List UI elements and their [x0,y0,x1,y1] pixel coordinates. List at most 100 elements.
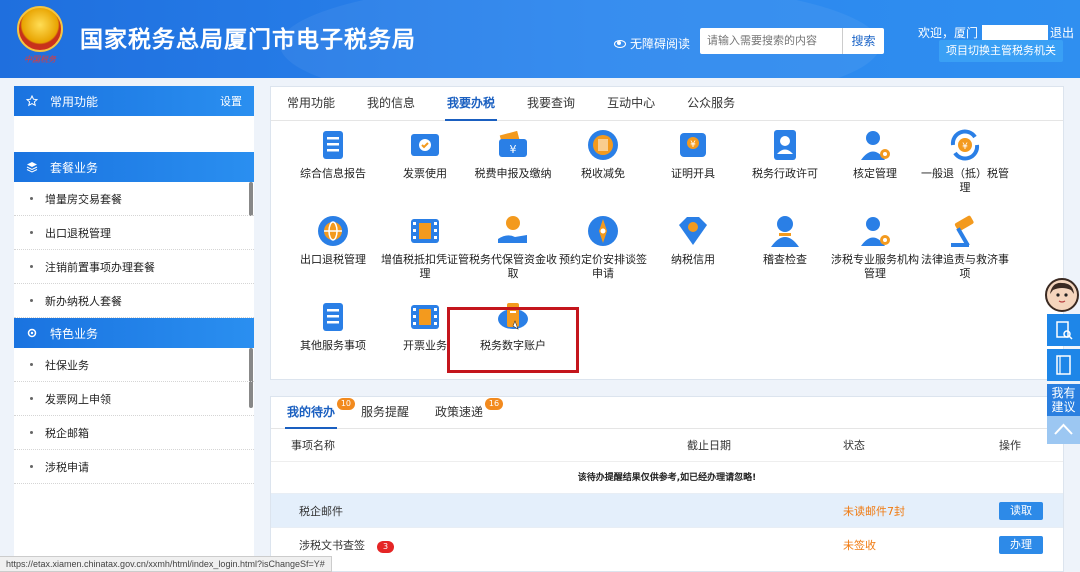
accessibility-link[interactable]: 无障碍阅读 [614,35,690,52]
tab-query[interactable]: 我要查询 [527,86,575,120]
svg-text:¥: ¥ [510,143,517,156]
read-button[interactable]: 读取 [999,501,1043,520]
service-tile[interactable]: 稽查检查 [739,213,831,267]
header-bar: 中国税务 国家税务总局厦门市电子税务局 无障碍阅读 搜索 欢迎，厦门 退出 项目… [0,0,1080,78]
star-icon [26,95,38,107]
policy-count-badge: 16 [484,398,504,410]
sidebar-item-special[interactable]: 税企邮箱 [14,416,254,450]
service-tile-label: 稽查检查 [763,253,807,266]
row-name: 税企邮件 [299,504,343,518]
column-header-action: 操作 [999,439,1021,452]
svg-text:¥: ¥ [962,142,968,152]
document-list-icon [315,127,351,163]
service-tile[interactable]: ¥ 税费申报及缴纳 [467,127,559,181]
suggestion-button[interactable]: 我有建议 [1047,384,1080,416]
sidebar: 常用功能 设置 套餐业务 增量房交易套餐 出口退税管理 注销前置事项办理套餐 新… [14,86,254,568]
tab-service-reminder[interactable]: 服务提醒 [361,396,409,428]
package-header[interactable]: 套餐业务 [14,152,254,182]
favorites-settings-link[interactable]: 设置 [220,93,242,109]
sidebar-item-package[interactable]: 注销前置事项办理套餐 [14,250,254,284]
money-hand-icon [495,213,531,249]
service-tile[interactable]: 纳税信用 [647,213,739,267]
service-tile[interactable]: 税收减免 [557,127,649,181]
sidebar-item-package[interactable]: 出口退税管理 [14,216,254,250]
tab-interaction-center[interactable]: 互动中心 [607,86,655,120]
row-status: 未签收 [843,538,876,552]
service-tile[interactable]: 涉税专业服务机构管理 [829,213,921,281]
service-tile-label: 税费申报及缴纳 [474,167,552,180]
table-row: 涉税文书查签 3 未签收 办理 [271,527,1063,561]
back-to-top-button[interactable] [1047,416,1080,444]
tab-policy-express[interactable]: 政策速递 16 [435,396,504,428]
service-tile-label: 涉税专业服务机构管理 [831,253,919,280]
service-tile[interactable]: 其他服务事项 [287,299,379,353]
count-badge: 3 [377,540,395,553]
id-person-icon [767,127,803,163]
sidebar-item-package[interactable]: 增量房交易套餐 [14,182,254,216]
service-tile[interactable]: 增值税抵扣凭证管理 [379,213,471,281]
film-ticket-icon [407,213,443,249]
service-tile[interactable]: 综合信息报告 [287,127,379,181]
gavel-icon [947,213,983,249]
browser-status-url: https://etax.xiamen.chinatax.gov.cn/xxmh… [0,556,332,572]
todo-notice: 该待办提醒结果仅供参考,如已经办理请忽略! [271,461,1063,493]
compass-icon [585,213,621,249]
service-tile-label: 税务代保管资金收取 [469,253,557,280]
service-tile-label: 税收减免 [581,167,625,180]
service-tile[interactable]: 核定管理 [829,127,921,181]
service-tile[interactable]: ¥ 证明开具 [647,127,739,181]
chevron-up-icon [1054,423,1073,435]
special-header[interactable]: 特色业务 [14,318,254,348]
table-row: 税企邮件 未读邮件7封 读取 [271,493,1063,527]
notebook-icon [1056,355,1071,375]
search-button[interactable]: 搜索 [842,28,884,54]
sidebar-item-special[interactable]: 发票网上申领 [14,382,254,416]
service-tile[interactable]: 税务行政许可 [739,127,831,181]
tab-public-service[interactable]: 公众服务 [687,86,735,120]
service-tile-label: 综合信息报告 [300,167,366,180]
row-status: 未读邮件7封 [843,504,905,518]
shield-badge-icon [675,213,711,249]
service-tile-label: 其他服务事项 [300,339,366,352]
notebook-button[interactable] [1047,349,1080,381]
column-header-name: 事项名称 [291,439,335,452]
service-tile[interactable]: ¥ 一般退（抵）税管理 [919,127,1011,195]
todo-tabs: 我的待办 10 服务提醒 政策速递 16 [271,397,1063,429]
favorites-list [14,116,254,152]
logout-link[interactable]: 退出 [1050,24,1074,41]
service-tile[interactable]: 税务代保管资金收取 [467,213,559,281]
tab-my-info[interactable]: 我的信息 [367,86,415,120]
gear-icon [27,328,37,338]
tax-services-panel: 常用功能 我的信息 我要办税 我要查询 互动中心 公众服务 综合信息报告 发票使用… [270,86,1064,380]
service-tile-label: 增值税抵扣凭证管理 [381,253,469,280]
service-tile-label: 纳税信用 [671,253,715,266]
doc-search-icon [1056,321,1073,340]
sidebar-item-special[interactable]: 涉税申请 [14,450,254,484]
tab-common-functions[interactable]: 常用功能 [287,86,335,120]
service-tile[interactable]: 法律追责与救济事项 [919,213,1011,281]
welcome-text: 欢迎，厦门 [918,26,979,40]
film-ticket-icon [407,299,443,335]
service-tile-label: 出口退税管理 [300,253,366,266]
main-tabs: 常用功能 我的信息 我要办税 我要查询 互动中心 公众服务 [271,87,1063,121]
tab-my-todo[interactable]: 我的待办 10 [284,396,356,429]
search-input[interactable] [700,28,842,54]
service-tile[interactable]: 预约定价安排谈签申请 [557,213,649,281]
handle-button[interactable]: 办理 [999,535,1043,554]
service-tile[interactable]: 出口退税管理 [287,213,379,267]
tax-emblem-logo: 中国税务 [14,6,66,68]
sidebar-item-special[interactable]: 社保业务 [14,348,254,382]
switch-tax-authority-button[interactable]: 项目切换主管税务机关 [939,40,1063,62]
sidebar-item-package[interactable]: 新办纳税人套餐 [14,284,254,318]
favorites-header: 常用功能 设置 [14,86,254,116]
tab-tax-handling[interactable]: 我要办税 [445,86,498,121]
service-tile[interactable]: 发票使用 [379,127,471,181]
invoice-ticket-icon [407,127,443,163]
highlight-box [447,307,579,373]
service-tile-label: 税务行政许可 [752,167,818,180]
search-doc-button[interactable] [1047,314,1080,346]
coin-stack-icon [585,127,621,163]
refund-cycle-icon: ¥ [947,127,983,163]
customer-service-avatar[interactable] [1045,278,1079,312]
todo-table-header: 事项名称 截止日期 状态 操作 [271,429,1063,461]
